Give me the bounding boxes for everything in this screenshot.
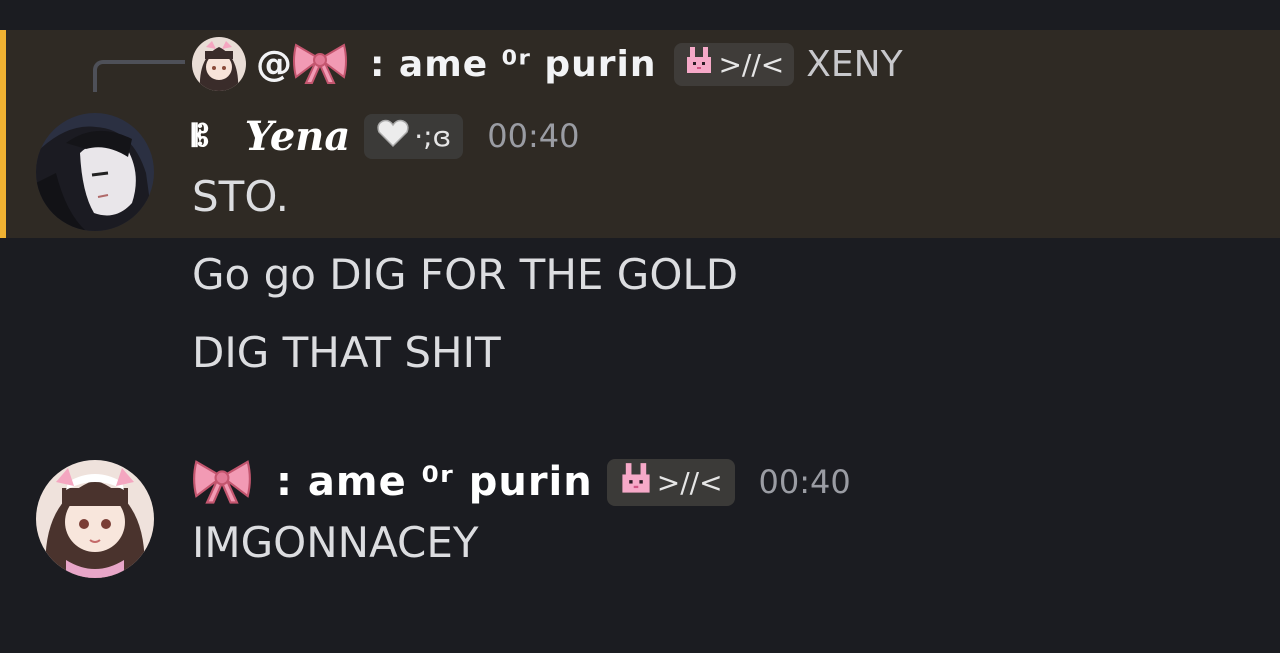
reply-preview-text[interactable]: XENY (806, 44, 902, 85)
message-line: Go go DIG FOR THE GOLD (192, 250, 739, 299)
author-clan-tag[interactable]: >//< (606, 458, 735, 506)
clan-tag-text: >//< (656, 465, 723, 499)
message-header: : ame ⁰ʳ purin >//< 00:40 (192, 452, 851, 512)
bow-icon (192, 454, 252, 510)
message-line: IMGONNACEY (192, 518, 479, 567)
top-strip (0, 0, 1280, 30)
author-badge-icon: 𝄡 (192, 118, 209, 154)
author-name[interactable]: : ame ⁰ʳ purin (276, 459, 593, 505)
message-timestamp[interactable]: 00:40 (487, 117, 579, 155)
reply-reference[interactable]: @ : ame ⁰ʳ purin >//< XENY (192, 36, 903, 92)
message-line: DIG THAT SHIT (192, 328, 501, 377)
reply-clan-tag-text: >//< (718, 47, 785, 81)
author-clan-tag[interactable]: ·;ɞ (364, 113, 464, 159)
author-name[interactable]: Yena (245, 113, 351, 160)
bow-icon (292, 39, 348, 89)
bunny-icon (684, 46, 714, 82)
reply-author-name[interactable]: : ame ⁰ʳ purin (370, 44, 656, 85)
clan-tag-text: ·;ɞ (414, 119, 452, 153)
reply-avatar[interactable] (192, 37, 246, 91)
message-timestamp[interactable]: 00:40 (759, 463, 851, 501)
message-header: 𝄡 Yena ·;ɞ 00:40 (192, 108, 579, 164)
reply-clan-tag[interactable]: >//< (674, 42, 795, 86)
mention-accent-bar (0, 30, 6, 238)
avatar-purin[interactable] (36, 460, 154, 578)
message-line: STO. (192, 172, 290, 221)
bunny-icon (619, 462, 653, 502)
reply-spine (93, 60, 185, 92)
reply-mention-prefix: @ (256, 43, 292, 85)
avatar-yena[interactable] (36, 113, 154, 231)
heart-icon (376, 118, 410, 155)
